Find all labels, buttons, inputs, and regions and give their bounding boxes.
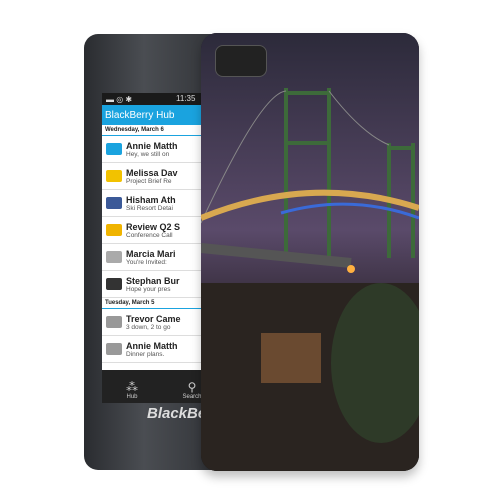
message-preview: 3 down, 2 to go	[126, 323, 171, 331]
message-preview: Hope your pres	[126, 285, 171, 293]
message-preview: You're Invited:	[126, 258, 167, 266]
sender-name: Annie Matth	[126, 140, 178, 151]
sender-name: Marcia Mari	[126, 248, 176, 259]
open-envelope-icon	[106, 251, 122, 263]
checkmark-icon	[106, 278, 122, 290]
sender-name: Trevor Came	[126, 313, 181, 324]
twitter-icon	[106, 316, 122, 328]
facebook-icon	[106, 197, 122, 209]
message-preview: Hey, we still on	[126, 150, 170, 158]
sender-name: Annie Matth	[126, 340, 178, 351]
search-icon: ⚲	[187, 380, 197, 394]
lit-building	[261, 333, 321, 383]
sender-name: Stephan Bur	[126, 275, 180, 286]
camera-cutout	[215, 45, 267, 77]
sender-name: Melissa Dav	[126, 167, 178, 178]
case-print	[201, 33, 419, 471]
hub-tab[interactable]: ⁂ Hub	[102, 370, 162, 403]
message-preview: Conference Call	[126, 231, 173, 239]
street-light	[347, 265, 355, 273]
bb-logo-icon: ⁂	[126, 380, 138, 394]
message-preview: Dinner plans.	[126, 350, 165, 358]
search-label: Search	[182, 394, 202, 400]
message-preview: Ski Resort Detai	[126, 204, 173, 212]
hub-label: Hub	[126, 394, 138, 400]
meeting-icon	[106, 224, 122, 236]
bbm-icon	[106, 143, 122, 155]
sender-name: Review Q2 S	[126, 221, 181, 232]
status-icons: ▬ ◎ ✱	[106, 94, 133, 104]
status-time: 11:35	[176, 94, 196, 103]
bbm-icon	[106, 343, 122, 355]
message-preview: Project Brief Re	[126, 177, 172, 185]
sender-name: Hisham Ath	[126, 194, 176, 205]
email-icon	[106, 170, 122, 182]
phone-case	[201, 33, 419, 471]
